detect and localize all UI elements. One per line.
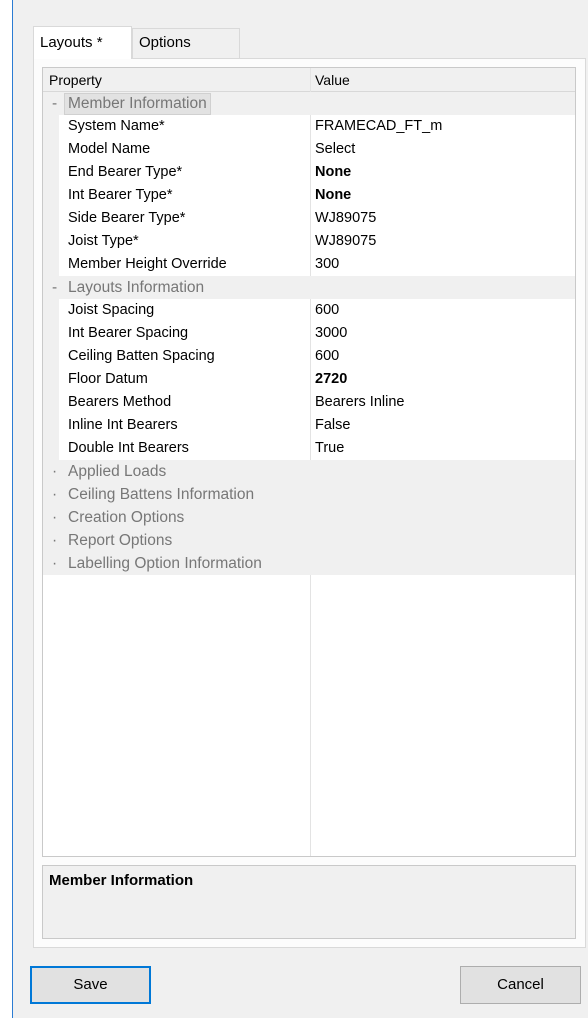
property-value[interactable]: 600 xyxy=(315,345,339,368)
expand-toggle-icon[interactable]: - xyxy=(52,276,57,299)
property-label: Int Bearer Type* xyxy=(68,187,173,203)
property-column-header[interactable]: Property xyxy=(49,68,102,92)
category-label: Creation Options xyxy=(68,509,185,526)
property-value[interactable]: False xyxy=(315,414,350,437)
property-label: Model Name xyxy=(68,141,151,157)
row-gutter xyxy=(43,414,59,437)
property-grid-header: Property Value xyxy=(43,68,575,92)
property-value[interactable]: WJ89075 xyxy=(315,207,376,230)
row-gutter xyxy=(43,345,59,368)
property-label: Ceiling Batten Spacing xyxy=(68,348,215,364)
category-row[interactable]: · Report Options xyxy=(43,529,575,552)
property-row[interactable]: Floor Datum 2720 xyxy=(43,368,575,391)
property-label: Floor Datum xyxy=(68,371,148,387)
tab-layouts[interactable]: Layouts * xyxy=(33,26,132,59)
category-row[interactable]: - Layouts Information xyxy=(43,276,575,299)
property-row[interactable]: System Name* FRAMECAD_FT_m xyxy=(43,115,575,138)
property-rows: - Member Information System Name* FRAMECAD_… xyxy=(43,92,575,575)
row-gutter xyxy=(43,437,59,460)
save-button[interactable]: Save xyxy=(30,966,151,1004)
property-label: Bearers Method xyxy=(68,394,172,410)
property-row[interactable]: Bearers Method Bearers Inline xyxy=(43,391,575,414)
row-gutter xyxy=(43,138,59,161)
category-row[interactable]: - Member Information xyxy=(43,92,575,115)
property-label: Double Int Bearers xyxy=(68,440,189,456)
property-value[interactable]: WJ89075 xyxy=(315,230,376,253)
category-label: Member Information xyxy=(64,93,211,115)
property-row[interactable]: Int Bearer Spacing 3000 xyxy=(43,322,575,345)
property-value[interactable]: Select xyxy=(315,138,355,161)
row-gutter xyxy=(43,115,59,138)
property-label: Int Bearer Spacing xyxy=(68,325,189,341)
window-left-edge xyxy=(0,0,13,1018)
property-label: Member Height Override xyxy=(68,256,227,272)
expand-toggle-icon[interactable]: · xyxy=(52,460,57,483)
property-value[interactable]: None xyxy=(315,184,351,207)
property-row[interactable]: End Bearer Type* None xyxy=(43,161,575,184)
row-gutter xyxy=(43,391,59,414)
description-panel: Member Information xyxy=(42,865,576,939)
row-gutter xyxy=(43,230,59,253)
cancel-button[interactable]: Cancel xyxy=(460,966,581,1004)
property-row[interactable]: Joist Spacing 600 xyxy=(43,299,575,322)
property-label: End Bearer Type* xyxy=(68,164,183,180)
property-label: Inline Int Bearers xyxy=(68,417,178,433)
property-label: Side Bearer Type* xyxy=(68,210,186,226)
value-column-header[interactable]: Value xyxy=(315,68,350,92)
category-row[interactable]: · Ceiling Battens Information xyxy=(43,483,575,506)
property-value[interactable]: FRAMECAD_FT_m xyxy=(315,115,442,138)
property-value[interactable]: 2720 xyxy=(315,368,347,391)
property-value[interactable]: True xyxy=(315,437,344,460)
property-row[interactable]: Int Bearer Type* None xyxy=(43,184,575,207)
property-value[interactable]: 600 xyxy=(315,299,339,322)
category-row[interactable]: · Creation Options xyxy=(43,506,575,529)
expand-toggle-icon[interactable]: - xyxy=(52,92,57,115)
layouts-tab-panel: Property Value - Member Information System… xyxy=(33,58,586,948)
row-gutter xyxy=(43,322,59,345)
property-value[interactable]: Bearers Inline xyxy=(315,391,404,414)
property-row[interactable]: Model Name Select xyxy=(43,138,575,161)
row-gutter xyxy=(43,161,59,184)
property-label: System Name* xyxy=(68,118,165,134)
category-label: Labelling Option Information xyxy=(68,555,262,572)
row-gutter xyxy=(43,299,59,322)
property-row[interactable]: Inline Int Bearers False xyxy=(43,414,575,437)
row-gutter xyxy=(43,368,59,391)
category-label: Ceiling Battens Information xyxy=(68,486,255,503)
property-value[interactable]: 3000 xyxy=(315,322,347,345)
expand-toggle-icon[interactable]: · xyxy=(52,552,57,575)
property-grid[interactable]: Property Value - Member Information System… xyxy=(42,67,576,857)
row-gutter xyxy=(43,184,59,207)
expand-toggle-icon[interactable]: · xyxy=(52,506,57,529)
category-label: Layouts Information xyxy=(68,279,205,296)
category-row[interactable]: · Labelling Option Information xyxy=(43,552,575,575)
category-row[interactable]: · Applied Loads xyxy=(43,460,575,483)
row-gutter xyxy=(43,253,59,276)
property-label: Joist Spacing xyxy=(68,302,155,318)
category-label: Applied Loads xyxy=(68,463,167,480)
property-label: Joist Type* xyxy=(68,233,139,249)
description-title: Member Information xyxy=(49,872,194,889)
row-gutter xyxy=(43,207,59,230)
expand-toggle-icon[interactable]: · xyxy=(52,529,57,552)
property-row[interactable]: Member Height Override 300 xyxy=(43,253,575,276)
property-row[interactable]: Double Int Bearers True xyxy=(43,437,575,460)
property-row[interactable]: Joist Type* WJ89075 xyxy=(43,230,575,253)
property-row[interactable]: Side Bearer Type* WJ89075 xyxy=(43,207,575,230)
property-row[interactable]: Ceiling Batten Spacing 600 xyxy=(43,345,575,368)
property-value[interactable]: None xyxy=(315,161,351,184)
expand-toggle-icon[interactable]: · xyxy=(52,483,57,506)
category-label: Report Options xyxy=(68,532,173,549)
tab-options[interactable]: Options xyxy=(132,28,240,58)
property-value[interactable]: 300 xyxy=(315,253,339,276)
